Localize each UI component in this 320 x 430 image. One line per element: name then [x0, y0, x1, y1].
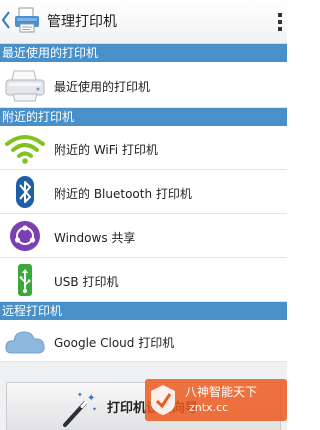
watermark-url: zntx.cc [189, 401, 229, 414]
list-item-usb-printers[interactable]: USB 打印机 [0, 258, 287, 302]
list-item-label: USB 打印机 [54, 275, 119, 289]
section-header-recent: 最近使用的打印机 [0, 44, 287, 62]
list-item-windows-share[interactable]: Windows 共享 [0, 214, 287, 258]
svg-text:✦: ✦ [92, 406, 97, 413]
list-item-label: Windows 共享 [54, 231, 136, 245]
printer-app-icon[interactable] [12, 5, 42, 35]
printer-icon [5, 70, 45, 102]
cloud-icon [5, 331, 45, 354]
chevron-left-icon[interactable] [1, 10, 11, 30]
list-item-label: 最近使用的打印机 [54, 80, 151, 94]
bluetooth-icon [16, 176, 34, 208]
usb-icon [18, 264, 32, 296]
wifi-icon [5, 135, 45, 164]
svg-text:✦: ✦ [77, 391, 83, 399]
list-item-recent-printer[interactable]: 最近使用的打印机 [0, 62, 287, 108]
list-item-bluetooth-printers[interactable]: 附近的 Bluetooth 打印机 [0, 170, 287, 214]
page-title: 管理打印机 [47, 14, 117, 30]
list-item-wifi-printers[interactable]: 附近的 WiFi 打印机 [0, 126, 287, 170]
section-header-remote: 远程打印机 [0, 302, 287, 320]
svg-text:✦: ✦ [87, 393, 95, 404]
watermark: 八神智能天下 zntx.cc [145, 379, 287, 421]
action-bar: 管理打印机 [0, 0, 287, 44]
magic-wand-icon: ✦ ✦ ✦ [63, 391, 97, 427]
list-item-label: Google Cloud 打印机 [54, 336, 175, 350]
list-item-google-cloud-printer[interactable]: Google Cloud 打印机 [0, 320, 287, 362]
windows-share-icon [10, 221, 40, 251]
overflow-menu-icon[interactable] [278, 13, 284, 33]
screen: 管理打印机 最近使用的打印机 最近使用的打印机 附近的打印机 附近的 WiFi … [0, 0, 287, 430]
watermark-logo-icon [151, 385, 175, 415]
section-header-nearby: 附近的打印机 [0, 108, 287, 126]
list-item-label: 附近的 WiFi 打印机 [54, 143, 158, 157]
list-item-label: 附近的 Bluetooth 打印机 [54, 187, 192, 201]
watermark-text: 八神智能天下 [185, 385, 258, 399]
